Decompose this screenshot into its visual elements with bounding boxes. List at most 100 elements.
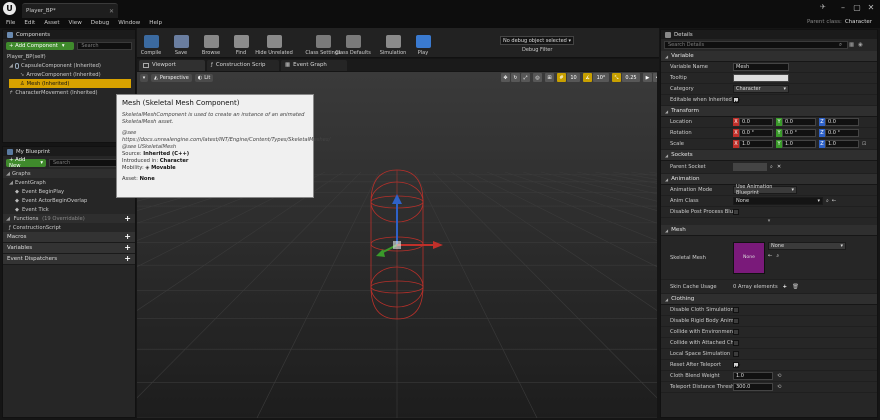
hide-unrelated-button[interactable]: Hide Unrelated [255, 30, 293, 56]
mesh-section-header[interactable]: Mesh [661, 225, 877, 236]
animation-mode-select[interactable]: Use Animation Blueprint ▾ [733, 184, 797, 196]
variable-section-header[interactable]: Variable [661, 51, 877, 62]
eye-icon[interactable]: ◉ [858, 42, 863, 48]
maximize-icon[interactable]: ▢ [850, 2, 864, 14]
scale-tool-icon[interactable]: ⤢ [521, 73, 530, 82]
dispatchers-section[interactable]: Event Dispatchers + [3, 254, 135, 265]
parent-socket-input[interactable] [733, 163, 767, 171]
scale-z-input[interactable]: 1.0 [825, 140, 859, 148]
tab-event-graph[interactable]: ▦ Event Graph [281, 59, 347, 71]
rotation-y-input[interactable]: 0.0 ° [782, 129, 816, 137]
event-item[interactable]: ◆ Event Tick [3, 205, 135, 214]
search-icon[interactable]: ⌕ [826, 198, 829, 205]
translate-tool-icon[interactable]: ✥ [501, 73, 510, 82]
expand-arrow-icon[interactable]: ◢ [9, 63, 13, 69]
find-button[interactable]: Find [229, 30, 253, 56]
clothing-section-header[interactable]: Clothing [661, 294, 877, 305]
clothing-checkbox[interactable] [733, 307, 739, 313]
category-select[interactable]: Character ▾ [733, 85, 789, 93]
variable-name-input[interactable]: Mesh [733, 63, 789, 71]
clothing-checkbox[interactable] [733, 318, 739, 324]
rotate-tool-icon[interactable]: ↻ [511, 73, 520, 82]
lit-button[interactable]: ◐ Lit [194, 74, 214, 82]
clothing-checkbox[interactable] [733, 362, 739, 368]
anim-class-select[interactable]: None ▾ [733, 197, 823, 205]
add-new-button[interactable]: + Add New ▾ [6, 157, 46, 169]
viewport-options-icon[interactable]: ▾ [140, 74, 148, 82]
property-matrix-icon[interactable]: ▦ [849, 42, 854, 48]
class-settings-button[interactable]: Class Settings [305, 30, 341, 56]
advanced-expand-icon[interactable]: ▾ [661, 218, 877, 225]
notification-icon[interactable]: ✈ [820, 3, 826, 11]
search-icon[interactable]: ⌕ [776, 253, 779, 260]
grid-snap-icon[interactable]: # [557, 73, 566, 82]
search-icon[interactable]: ⌕ [839, 42, 842, 49]
editable-checkbox[interactable] [733, 97, 739, 103]
mesh-thumbnail[interactable]: None [733, 241, 765, 274]
clear-icon[interactable]: ✕ [777, 164, 781, 170]
lock-icon[interactable]: ⊡ [862, 141, 866, 147]
minimize-icon[interactable]: – [836, 2, 850, 14]
tree-item-capsule[interactable]: ◢ CapsuleComponent (Inherited) [3, 61, 135, 70]
cloth-blend-weight-input[interactable]: 1.0 [733, 372, 773, 380]
tree-item-arrow[interactable]: ➘ ArrowComponent (Inherited) [3, 70, 135, 79]
details-search-input[interactable]: Search Details [664, 41, 848, 49]
components-tab[interactable]: Components [3, 30, 135, 39]
clothing-checkbox[interactable] [733, 351, 739, 357]
rotation-z-input[interactable]: 0.0 ° [825, 129, 859, 137]
location-z-input[interactable]: 0.0 [825, 118, 859, 126]
browse-button[interactable]: Browse [199, 30, 223, 56]
add-dispatcher-icon[interactable]: + [124, 255, 131, 263]
grid-snap-value[interactable]: 10 [567, 73, 580, 82]
use-selected-icon[interactable]: ← [832, 198, 836, 204]
tooltip-input[interactable] [733, 74, 789, 82]
delete-icon[interactable]: 🗑 [792, 284, 799, 290]
add-macro-icon[interactable]: + [124, 233, 131, 241]
save-button[interactable]: Save [169, 30, 193, 56]
close-window-icon[interactable]: ✕ [864, 2, 878, 14]
menu-help[interactable]: Help [149, 20, 162, 26]
skeletal-mesh-select[interactable]: None ▾ [768, 241, 846, 250]
transform-section-header[interactable]: Transform [661, 106, 877, 117]
functions-section[interactable]: ◢ Functions (19 Overridable) + [3, 214, 135, 223]
blueprint-search-input[interactable]: Search [49, 159, 123, 167]
scale-y-input[interactable]: 1.0 [782, 140, 816, 148]
debug-object-select[interactable]: No debug object selected ▾ [500, 36, 574, 45]
disable-post-process-checkbox[interactable] [733, 209, 739, 215]
location-y-input[interactable]: 0.0 [782, 118, 816, 126]
menu-view[interactable]: View [69, 20, 82, 26]
clothing-checkbox[interactable] [733, 329, 739, 335]
tab-viewport[interactable]: Viewport [139, 59, 205, 71]
simulation-button[interactable]: Simulation [380, 30, 406, 56]
reset-icon[interactable]: ⟲ [777, 373, 781, 379]
add-component-button[interactable]: + Add Component ▾ [6, 42, 75, 50]
tree-item-self[interactable]: Player_BP(self) [3, 52, 135, 61]
close-tab-icon[interactable]: ✕ [109, 8, 114, 15]
reset-icon[interactable]: ⟲ [777, 384, 781, 390]
location-x-input[interactable]: 0.0 [739, 118, 773, 126]
add-function-icon[interactable]: + [124, 214, 131, 223]
compile-button[interactable]: Compile [139, 30, 163, 56]
document-tab[interactable]: Player_BP* ✕ [22, 3, 118, 18]
surface-snap-icon[interactable]: ⊞ [545, 73, 554, 82]
parent-class-value[interactable]: Character [845, 19, 872, 25]
menu-debug[interactable]: Debug [91, 20, 109, 26]
rotation-x-input[interactable]: 0.0 ° [739, 129, 773, 137]
construction-script-item[interactable]: ƒ ConstructionScript [3, 223, 135, 232]
class-defaults-button[interactable]: Class Defaults [335, 30, 371, 56]
search-icon[interactable]: ⌕ [770, 164, 773, 171]
add-element-icon[interactable]: + [783, 284, 787, 290]
teleport-threshold-input[interactable]: 300.0 [733, 383, 773, 391]
scale-snap-icon[interactable]: ⤡ [612, 73, 621, 82]
menu-window[interactable]: Window [118, 20, 140, 26]
details-tab[interactable]: Details [661, 30, 877, 39]
variables-section[interactable]: Variables + [3, 243, 135, 254]
world-space-icon[interactable]: ◎ [533, 73, 542, 82]
add-variable-icon[interactable]: + [124, 244, 131, 252]
menu-edit[interactable]: Edit [24, 20, 35, 26]
play-button[interactable]: Play [411, 30, 435, 56]
tab-construction-script[interactable]: ƒ Construction Scrip [207, 59, 279, 71]
menu-asset[interactable]: Asset [44, 20, 59, 26]
menu-file[interactable]: File [6, 20, 15, 26]
use-selected-icon[interactable]: ← [768, 253, 772, 259]
